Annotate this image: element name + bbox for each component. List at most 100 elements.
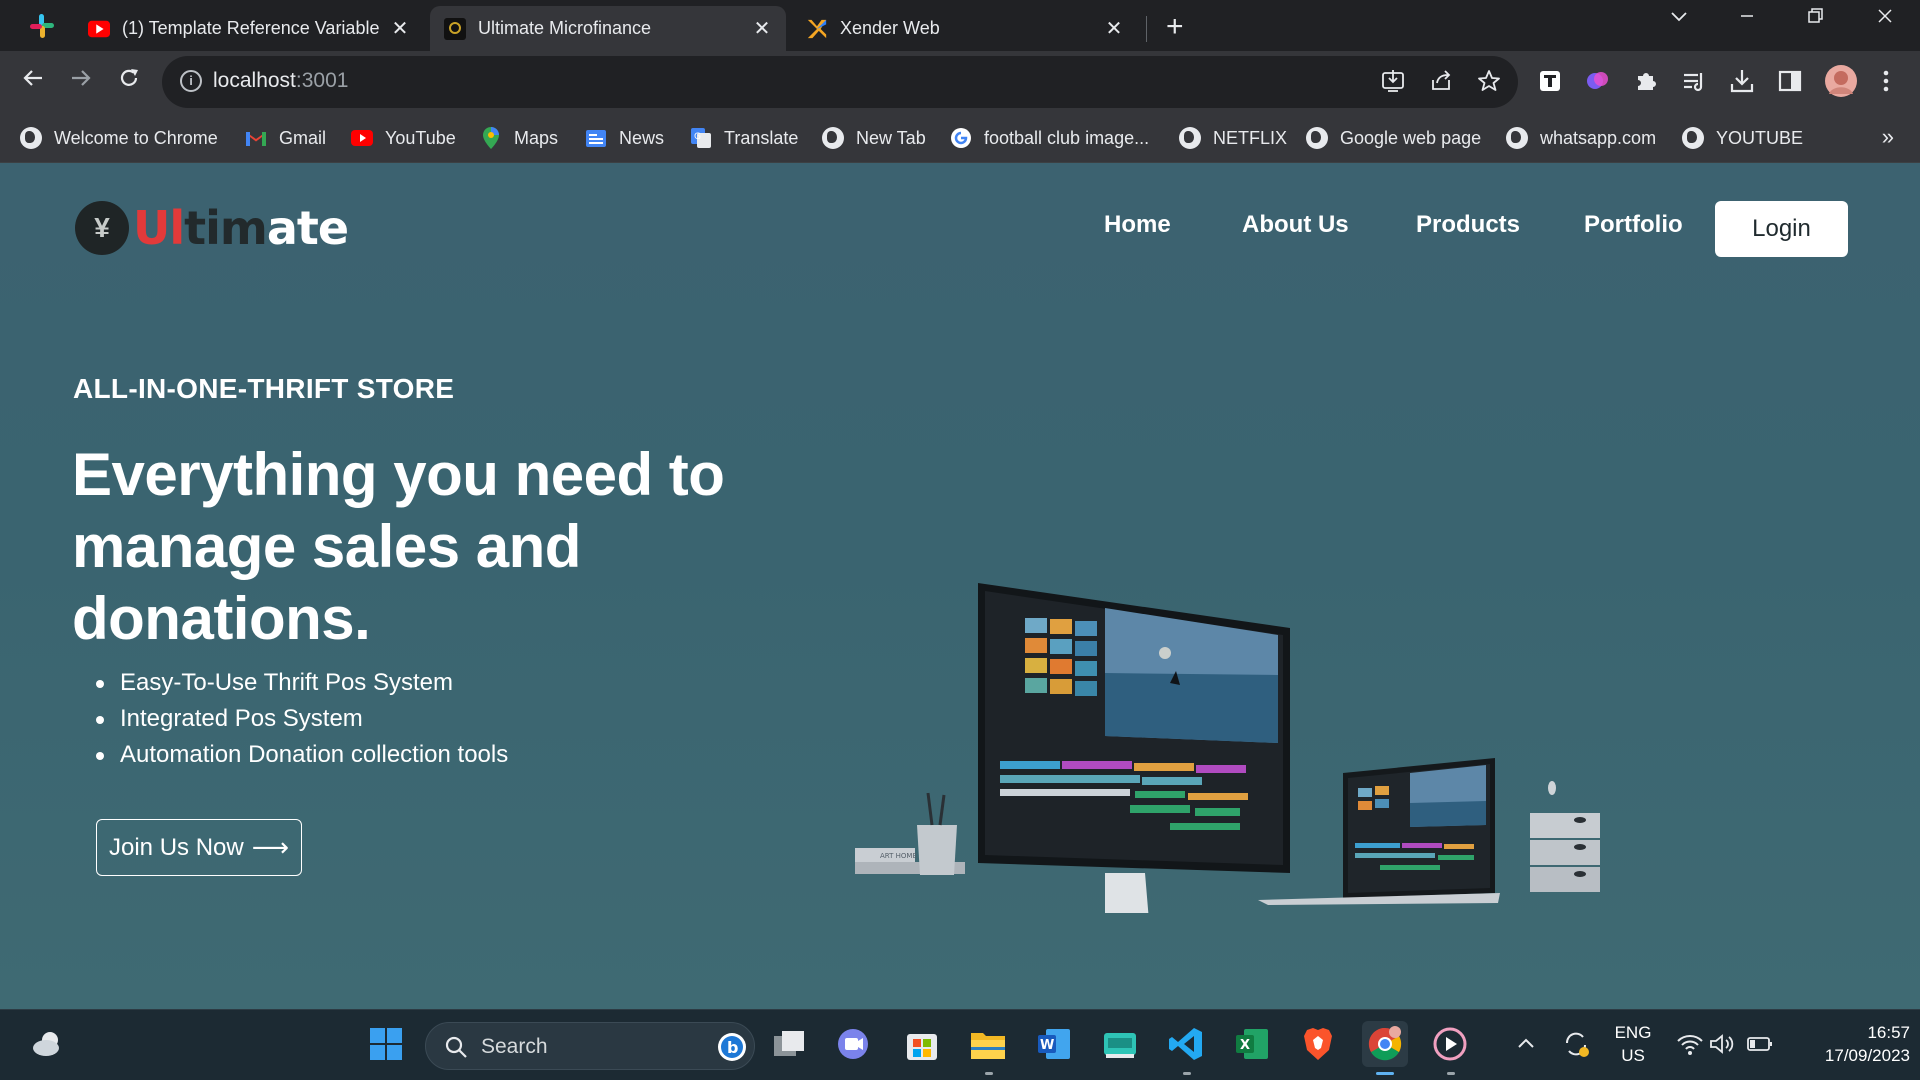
downloads-icon[interactable] [1728,67,1758,97]
svg-text:W: W [1040,1038,1054,1053]
taskbar-search[interactable]: Search b [425,1022,755,1070]
bookmark-football-club[interactable]: football club image... [950,124,1149,152]
sync-status-icon[interactable] [1556,1024,1596,1064]
bookmark-maps[interactable]: Maps [480,124,558,152]
nav-portfolio[interactable]: Portfolio [1584,211,1683,239]
close-tab-icon[interactable]: ✕ [1104,16,1124,41]
bookmark-netflix[interactable]: NETFLIX [1179,124,1287,152]
bookmark-google-web-page[interactable]: Google web page [1306,124,1481,152]
bing-icon[interactable]: b [716,1031,748,1063]
extensions-puzzle-icon[interactable] [1632,67,1662,97]
globe-icon [1306,127,1328,149]
globe-icon [1506,127,1528,149]
battery-icon[interactable] [1740,1024,1780,1064]
restore-button[interactable] [1790,6,1840,42]
touch-keyboard-icon[interactable] [1100,1024,1140,1064]
new-tab-button[interactable]: + [1166,10,1184,44]
file-explorer-icon[interactable] [968,1024,1008,1064]
install-app-icon[interactable] [1380,68,1408,96]
bookmark-translate[interactable]: G Translate [690,124,798,152]
bookmark-welcome-to-chrome[interactable]: Welcome to Chrome [20,124,218,152]
address-url[interactable]: localhost:3001 [213,69,348,93]
start-button[interactable] [366,1024,406,1064]
bookmark-news[interactable]: News [585,124,664,152]
site-info-icon[interactable]: i [180,70,202,92]
chrome-menu-icon[interactable] [1872,67,1902,97]
laptop-illustration [1258,758,1500,905]
windows-taskbar: Search b W X ENG US 16:57 17/09/2023 [0,1009,1920,1080]
bookmark-youtube[interactable]: YouTube [351,124,456,152]
region-code: US [1621,1046,1645,1065]
volume-icon[interactable] [1702,1024,1742,1064]
close-tab-icon[interactable]: ✕ [390,16,410,41]
reload-button[interactable] [112,65,146,99]
side-panel-icon[interactable] [1776,67,1806,97]
t-extension-icon[interactable] [1536,67,1566,97]
youtube-icon [351,127,373,149]
tab-search-chevron-icon[interactable] [1654,6,1704,42]
google-icon [950,127,972,149]
language-code: ENG [1614,1023,1652,1042]
nav-home[interactable]: Home [1104,211,1171,239]
logo-part-2: tim [184,201,268,255]
bookmark-gmail[interactable]: Gmail [245,124,326,152]
nav-about-us[interactable]: About Us [1242,211,1349,239]
news-icon [585,127,607,149]
bookmark-youtube-upper[interactable]: YOUTUBE [1682,124,1803,152]
back-button[interactable] [16,65,50,99]
brave-icon[interactable] [1298,1024,1338,1064]
svg-text:b: b [727,1038,738,1057]
address-bar[interactable]: i localhost:3001 [162,56,1518,108]
close-window-button[interactable] [1860,6,1910,42]
site-logo[interactable]: ¥ Ultimate [75,201,349,255]
minimize-button[interactable] [1722,6,1772,42]
forward-button[interactable] [64,65,98,99]
page-viewport: ¥ Ultimate Home About Us Products Portfo… [0,163,1920,1009]
close-tab-icon[interactable]: ✕ [752,16,772,41]
bookmark-whatsapp[interactable]: whatsapp.com [1506,124,1656,152]
clock-date: 17/09/2023 [1824,1046,1910,1065]
tray-overflow-chevron-icon[interactable] [1506,1024,1546,1064]
share-icon[interactable] [1428,68,1456,96]
join-us-button[interactable]: Join Us Now ⟶ [96,819,302,876]
feature-list: Easy-To-Use Thrift Pos System Integrated… [96,665,508,773]
chrome-taskbar-icon[interactable] [1362,1021,1408,1067]
tab-template-reference[interactable]: (1) Template Reference Variable ✕ [74,6,424,51]
excel-icon[interactable]: X [1232,1024,1272,1064]
svg-text:X: X [1240,1038,1250,1053]
logo-wordmark: Ultimate [133,201,349,255]
reading-list-icon[interactable] [1680,67,1710,97]
clock[interactable]: 16:57 17/09/2023 [1780,1023,1910,1066]
language-indicator[interactable]: ENG US [1608,1023,1658,1066]
bookmark-label: YOUTUBE [1716,127,1804,148]
arrow-right-icon: ⟶ [251,832,289,862]
microsoft-store-icon[interactable] [902,1024,942,1064]
teams-chat-icon[interactable] [834,1024,874,1064]
globe-icon [20,127,42,149]
bookmark-label: YouTube [385,127,456,148]
profile-avatar[interactable] [1824,64,1857,97]
logo-part-1: Ul [133,201,185,255]
word-icon[interactable]: W [1034,1024,1074,1064]
bookmark-label: Welcome to Chrome [54,127,218,148]
login-button[interactable]: Login [1715,201,1848,257]
bookmark-new-tab[interactable]: New Tab [822,124,926,152]
slack-icon[interactable] [28,12,56,40]
weather-icon[interactable] [28,1024,68,1064]
media-player-icon[interactable] [1430,1024,1470,1064]
running-indicator [1183,1072,1191,1075]
logo-badge: ¥ [75,201,129,255]
join-us-label: Join Us Now [109,833,244,861]
bookmark-label: News [619,127,665,148]
task-view-icon[interactable] [770,1024,810,1064]
copilot-extension-icon[interactable] [1584,67,1614,97]
more-bookmarks-icon[interactable]: » [1882,124,1894,150]
bookmark-star-icon[interactable] [1476,68,1504,96]
globe-icon [822,127,844,149]
nav-products[interactable]: Products [1416,211,1520,239]
address-port: :3001 [295,69,349,92]
feature-item: Integrated Pos System [96,701,508,737]
vscode-icon[interactable] [1166,1024,1206,1064]
tab-xender-web[interactable]: Xender Web ✕ [792,6,1138,51]
tab-ultimate-microfinance[interactable]: Ultimate Microfinance ✕ [430,6,786,51]
